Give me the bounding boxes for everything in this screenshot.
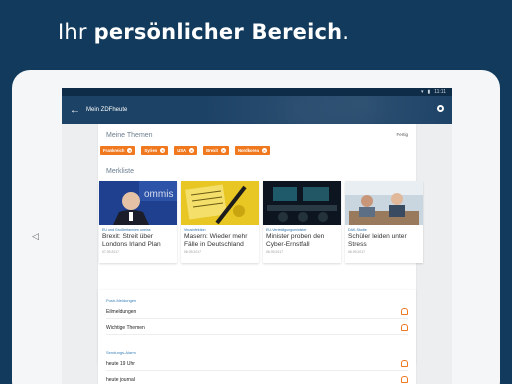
- article-tile[interactable]: Virusinfektion Masern: Wieder mehr Fälle…: [181, 181, 259, 263]
- merkliste-title: Merkliste: [106, 168, 135, 175]
- chip-syrien[interactable]: Syrien ×: [141, 146, 169, 155]
- push-row-eilmeldungen[interactable]: Eilmeldungen: [106, 305, 408, 319]
- svg-text:ommis: ommis: [144, 189, 173, 200]
- headline-light: Ihr: [58, 20, 94, 44]
- settings-icon[interactable]: [437, 105, 444, 112]
- tile-title: Minister proben den Cyber-Ernstfall: [266, 233, 325, 248]
- bell-icon[interactable]: [401, 360, 408, 367]
- chip-usa[interactable]: USA ×: [174, 146, 198, 155]
- done-button[interactable]: Fertig: [396, 132, 408, 137]
- bell-icon[interactable]: [401, 376, 408, 383]
- article-image-cyber: [263, 181, 341, 225]
- push-label: Push-Meldungen: [106, 298, 137, 303]
- tile-title: Masern: Wieder mehr Fälle in Deutschland: [184, 233, 248, 248]
- article-tile[interactable]: EU-Verteidigungsminister Minister proben…: [263, 181, 341, 263]
- tile-date: 07.09.2017: [102, 250, 119, 254]
- merkliste-tiles: ommis EU und Großbritannien uneins Brexi…: [99, 181, 423, 263]
- chip-nordkorea[interactable]: Nordkorea ×: [234, 146, 270, 155]
- tile-date: 06.09.2017: [348, 250, 365, 254]
- chip-frankreich[interactable]: Frankreich ×: [100, 146, 136, 155]
- app-bar: ← Mein ZDFheute: [62, 96, 452, 124]
- article-image-brexit: ommis: [99, 181, 177, 225]
- remove-icon[interactable]: ×: [160, 148, 166, 153]
- tile-date: 06.09.2017: [266, 250, 283, 254]
- status-time: 11:11: [434, 89, 446, 95]
- tile-date: 06.09.2017: [184, 250, 201, 254]
- sendung-row-heute[interactable]: heute 19 Uhr: [106, 357, 408, 371]
- tile-title: Brexit: Streit über Londons Irland Plan: [102, 233, 161, 248]
- sendungen-label: Sendungs-Alarm: [106, 350, 136, 355]
- article-tile[interactable]: DAK-Studie Schüler leiden unter Stress 0…: [345, 181, 423, 263]
- tile-kicker: DAK-Studie: [348, 228, 367, 232]
- back-arrow-icon[interactable]: ←: [64, 105, 86, 116]
- headline-bold: persönlicher Bereich: [93, 20, 343, 44]
- promo-headline: Ihr persönlicher Bereich.: [58, 20, 349, 44]
- sendung-row-journal[interactable]: heute journal: [106, 373, 408, 384]
- bell-icon[interactable]: [401, 308, 408, 315]
- article-tile[interactable]: ommis EU und Großbritannien uneins Brexi…: [99, 181, 177, 263]
- headline-end: .: [342, 20, 350, 44]
- chip-brexit[interactable]: Brexit ×: [203, 146, 229, 155]
- tile-kicker: EU und Großbritannien uneins: [102, 228, 151, 232]
- tile-kicker: EU-Verteidigungsminister: [266, 228, 307, 232]
- app-screen: ▾ ▮ 11:11 ← Mein ZDFheute Meine Themen F…: [62, 88, 452, 384]
- settings-card: Push-Meldungen Eilmeldungen Wichtige The…: [98, 290, 416, 384]
- remove-icon[interactable]: ×: [220, 148, 226, 153]
- tile-title: Schüler leiden unter Stress: [348, 233, 407, 248]
- tablet-side-icon: ◁: [32, 232, 39, 242]
- remove-icon[interactable]: ×: [127, 148, 133, 153]
- article-image-masern: [181, 181, 259, 225]
- themen-title: Meine Themen: [106, 132, 153, 139]
- remove-icon[interactable]: ×: [189, 148, 195, 153]
- bell-icon[interactable]: [401, 324, 408, 331]
- article-image-schule: [345, 181, 423, 225]
- wifi-icon: ▾: [420, 89, 424, 95]
- tile-kicker: Virusinfektion: [184, 228, 206, 232]
- push-row-wichtige-themen[interactable]: Wichtige Themen: [106, 321, 408, 335]
- topic-chips: Frankreich × Syrien × USA × Brexit × Nordkor…: [100, 146, 270, 155]
- battery-icon: ▮: [427, 89, 431, 95]
- status-bar: ▾ ▮ 11:11: [62, 88, 452, 96]
- app-title: Mein ZDFheute: [86, 107, 128, 113]
- remove-icon[interactable]: ×: [261, 148, 267, 153]
